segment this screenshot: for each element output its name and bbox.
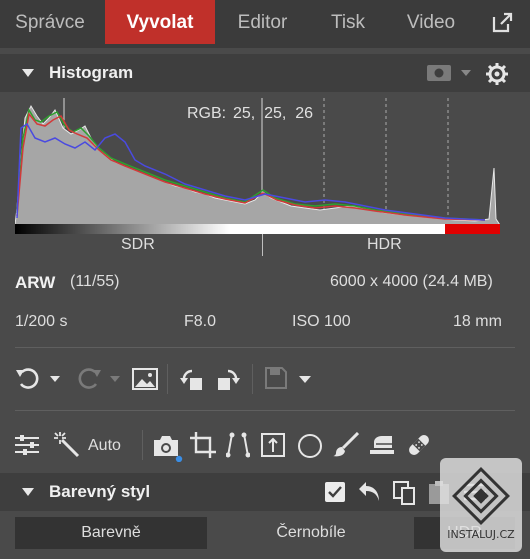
adjustments-sliders-icon[interactable]	[15, 434, 39, 456]
rgb-label: RGB:	[187, 105, 226, 122]
watermark-text: INSTALUJ.CZ	[447, 528, 515, 541]
shutter-speed: 1/200 s	[15, 313, 68, 330]
save-icon[interactable]	[264, 366, 288, 390]
save-options-chevron-icon[interactable]	[299, 376, 311, 383]
style-option-color[interactable]: Barevně	[15, 517, 207, 549]
radial-filter-icon[interactable]	[297, 433, 323, 459]
sdr-label: SDR	[121, 236, 155, 253]
camera-mode-icon[interactable]	[427, 65, 451, 81]
chevron-down-icon[interactable]	[461, 70, 471, 76]
tab-tisk[interactable]: Tisk	[318, 0, 378, 44]
rotate-right-icon[interactable]	[214, 366, 240, 392]
clipping-indicator	[445, 224, 500, 234]
brush-icon[interactable]	[333, 432, 359, 458]
toolbar-divider	[252, 364, 253, 394]
tab-vyvolat[interactable]: Vyvolat	[105, 0, 215, 44]
divider	[15, 410, 515, 411]
redo-icon[interactable]	[74, 366, 102, 390]
collapse-caret-icon[interactable]	[22, 488, 34, 496]
tab-video[interactable]: Video	[396, 0, 466, 44]
divider	[15, 347, 515, 348]
reset-arrow-icon[interactable]	[358, 481, 382, 503]
toolbar-divider	[167, 364, 168, 394]
rgb-values: 25, 25, 26	[233, 105, 313, 122]
style-option-bw[interactable]: Černobíle	[215, 517, 407, 549]
undo-icon[interactable]	[15, 366, 43, 390]
gear-icon[interactable]	[486, 63, 508, 85]
sdr-hdr-bar	[15, 224, 500, 234]
file-format: ARW	[15, 273, 56, 292]
external-window-icon[interactable]	[490, 11, 514, 35]
crop-icon[interactable]	[190, 432, 216, 458]
sdr-hdr-divider	[262, 234, 263, 256]
gradient-filter-icon[interactable]	[368, 434, 396, 456]
redo-history-chevron-icon[interactable]	[110, 376, 120, 382]
healing-bandage-icon[interactable]	[406, 432, 432, 458]
auto-button[interactable]: Auto	[88, 437, 121, 455]
top-navigation: Správce Vyvolat Editor Tisk Video	[0, 0, 530, 48]
hdr-label: HDR	[367, 236, 402, 253]
magic-wand-icon[interactable]	[54, 432, 80, 458]
focal-length: 18 mm	[453, 313, 502, 330]
panel-title: Barevný styl	[49, 482, 151, 501]
toolbar-divider	[142, 430, 143, 460]
upright-frame-icon[interactable]	[261, 433, 285, 457]
image-compare-icon[interactable]	[132, 368, 158, 390]
rotate-left-icon[interactable]	[180, 366, 206, 392]
tab-editor[interactable]: Editor	[220, 0, 305, 44]
panel-title: Histogram	[49, 63, 134, 82]
aperture: F8.0	[184, 313, 217, 330]
perspective-icon[interactable]	[226, 432, 250, 458]
watermark-logo: INSTALUJ.CZ	[440, 458, 522, 552]
collapse-caret-icon[interactable]	[22, 69, 34, 77]
histogram-panel-header[interactable]: Histogram	[0, 54, 530, 92]
camera-profile-icon[interactable]	[153, 434, 183, 462]
image-dimensions: 6000 x 4000 (24.4 MB)	[330, 273, 493, 290]
histogram-chart: RGB: 25, 25, 26	[15, 98, 500, 225]
copy-settings-icon[interactable]	[393, 481, 417, 505]
tab-spravce[interactable]: Správce	[0, 0, 100, 44]
checkbox-icon[interactable]	[325, 482, 345, 502]
iso: ISO 100	[292, 313, 351, 330]
undo-history-chevron-icon[interactable]	[50, 376, 60, 382]
file-index: (11/55)	[70, 273, 120, 290]
